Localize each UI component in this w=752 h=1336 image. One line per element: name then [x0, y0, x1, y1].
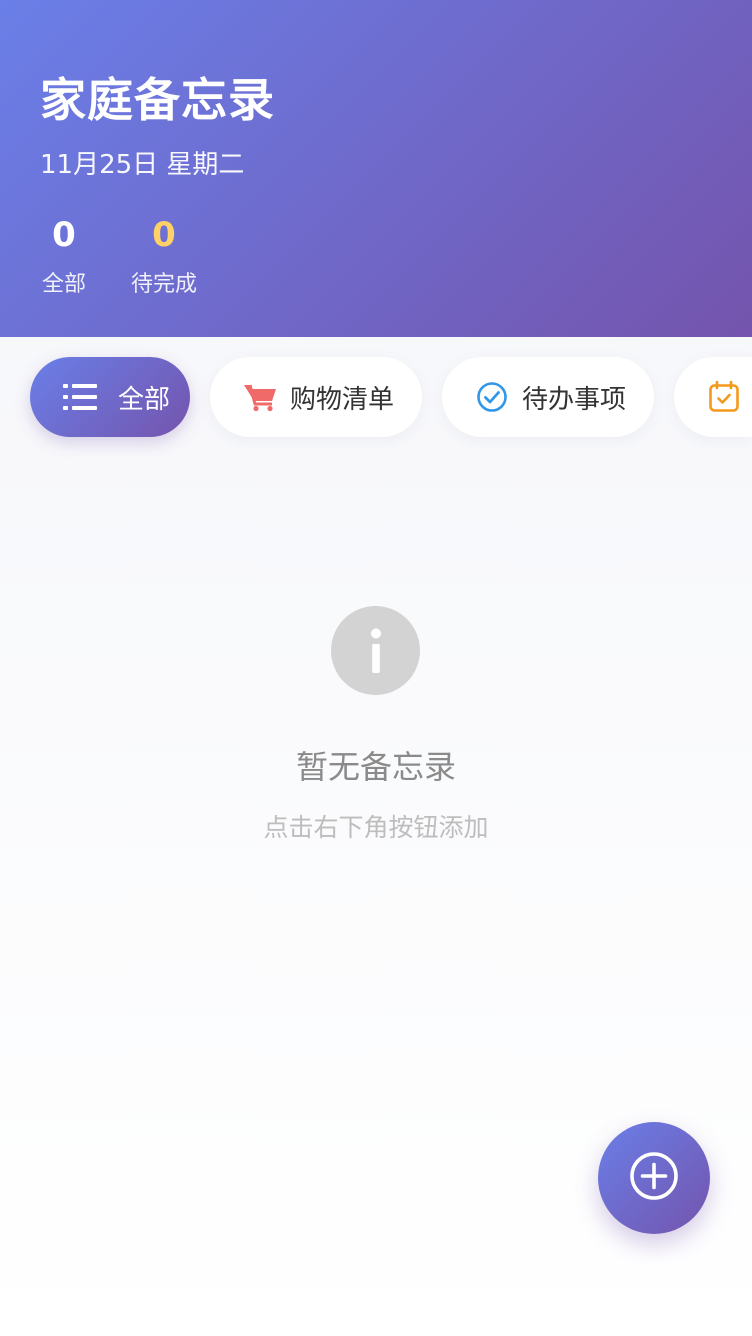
tab-calendar[interactable]	[674, 357, 752, 437]
empty-state-hint: 点击右下角按钮添加	[263, 813, 489, 842]
tab-todo[interactable]: 待办事项	[442, 357, 654, 437]
add-memo-button[interactable]	[598, 1122, 710, 1234]
calendar-icon	[704, 377, 744, 417]
stat-pending: 0 待完成	[126, 212, 202, 298]
stat-all-label: 全部	[41, 272, 86, 297]
stat-pending-count: 0	[152, 215, 176, 255]
header: 家庭备忘录 11月25日 星期二 0 全部 0 待完成	[0, 0, 752, 337]
list-icon	[60, 377, 100, 417]
check-circle-icon	[472, 377, 512, 417]
tab-all-label: 全部	[118, 384, 171, 415]
app-screen: 家庭备忘录 11月25日 星期二 0 全部 0 待完成 全部 购物清单 待办事项…	[0, 0, 752, 1336]
tab-all[interactable]: 全部	[30, 357, 190, 437]
stat-all: 0 全部	[40, 212, 88, 298]
tab-shopping-list[interactable]: 购物清单	[210, 357, 422, 437]
category-tabs: 全部 购物清单 待办事项	[0, 357, 752, 437]
empty-state-title: 暂无备忘录	[295, 748, 456, 786]
app-title: 家庭备忘录	[40, 73, 275, 127]
plus-circle-icon	[629, 1151, 679, 1205]
stat-all-count: 0	[52, 215, 76, 255]
info-icon	[331, 606, 420, 695]
date-text: 11月25日 星期二	[40, 150, 245, 180]
tab-todo-label: 待办事项	[522, 384, 627, 415]
cart-icon	[240, 377, 280, 417]
tab-shopping-label: 购物清单	[290, 384, 395, 415]
stat-pending-label: 待完成	[130, 272, 197, 297]
